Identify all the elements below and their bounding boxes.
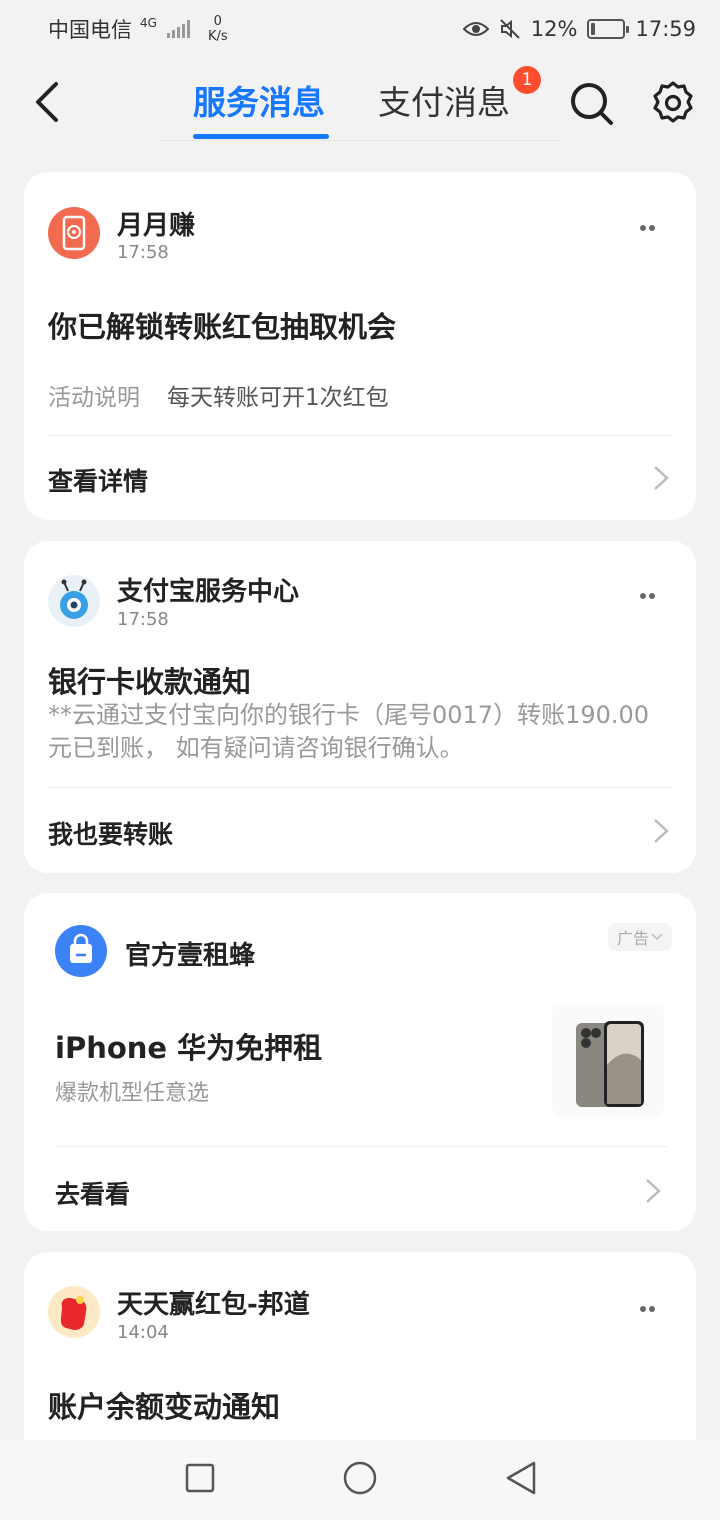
mute-icon [500,19,520,39]
message-title: 银行卡收款通知 [48,665,252,699]
active-tab-indicator [193,134,329,139]
carrier-label: 中国电信 [48,18,132,42]
chevron-right-icon [654,819,669,843]
shopping-bag-icon [70,933,92,963]
sender-name: 月月赚 [117,211,196,241]
robot-icon [60,579,88,619]
unread-badge: 1 [513,66,541,94]
phone-coin-icon [62,215,86,251]
network-speed: 0 K/s [208,14,228,44]
speed-unit: K/s [207,29,228,44]
ad-card-yizufeng[interactable]: 官方壹租蜂 广告 iPhone 华为免押租 爆款机型任意选 去看看 [24,893,696,1231]
eye-icon [462,22,489,36]
more-options-icon[interactable] [640,1297,660,1312]
divider [48,787,672,788]
yueyuezhuan-avatar [48,207,100,259]
message-time: 17:58 [117,609,169,630]
red-envelope-icon [60,1296,87,1330]
view-details-link[interactable]: 查看详情 [48,462,148,498]
top-nav: 服务消息 支付消息 1 [0,58,720,142]
signal-icon [166,20,190,38]
chevron-right-icon [654,466,669,490]
message-body: **云通过支付宝向你的银行卡（尾号0017）转账190.00元已到账， 如有疑问… [48,701,650,762]
go-look-link[interactable]: 去看看 [55,1175,130,1211]
divider [55,1146,667,1147]
phone-product-image [552,1005,664,1117]
status-bar: 中国电信 4G 0 K/s 12% 17:59 [0,0,720,58]
message-card-yueyuezhuan[interactable]: 月月赚 17:58 你已解锁转账红包抽取机会 活动说明 每天转账可开1次红包 查… [24,172,696,520]
message-card-alipay-service[interactable]: 支付宝服务中心 17:58 银行卡收款通知 **云通过支付宝向你的银行卡（尾号0… [24,541,696,873]
more-options-icon[interactable] [640,584,660,599]
battery-percent: 12% [530,17,578,41]
nav-divider [160,140,560,141]
home-icon[interactable] [342,1460,378,1496]
chevron-right-icon [646,1179,661,1203]
transfer-link[interactable]: 我也要转账 [48,815,173,851]
system-nav-bar [0,1440,720,1520]
ad-title: iPhone 华为免押租 [55,1031,323,1065]
ad-label: 广告 [616,929,649,948]
chevron-down-icon [651,933,663,941]
tab-service-messages[interactable]: 服务消息 [193,76,325,124]
alipay-service-avatar [48,575,100,627]
message-title: 你已解锁转账红包抽取机会 [48,310,397,344]
tab-payment-messages[interactable]: 支付消息 [378,76,510,124]
speed-value: 0 [213,14,222,29]
clock: 17:59 [635,17,696,41]
iphone-image [576,1021,644,1107]
sender-name: 官方壹租蜂 [125,941,256,971]
divider [48,435,672,436]
search-icon[interactable] [568,80,614,126]
message-time: 17:58 [117,242,169,263]
back-nav-icon[interactable] [504,1460,538,1496]
message-time: 14:04 [117,1322,169,1343]
detail-label: 活动说明 [48,385,140,411]
sender-name: 支付宝服务中心 [117,577,300,607]
detail-value: 每天转账可开1次红包 [167,385,389,411]
sender-name: 天天赢红包-邦道 [117,1290,310,1320]
ad-tag[interactable]: 广告 [608,923,672,951]
tiantianying-avatar [48,1286,100,1338]
battery-icon [587,19,630,39]
ad-subtitle: 爆款机型任意选 [55,1081,210,1106]
more-options-icon[interactable] [640,216,660,231]
settings-icon[interactable] [650,80,696,126]
back-icon[interactable] [28,80,68,124]
message-title: 账户余额变动通知 [48,1390,281,1424]
recent-apps-icon[interactable] [184,1462,216,1494]
network-label: 4G [140,16,157,30]
yizufeng-avatar [55,925,107,977]
